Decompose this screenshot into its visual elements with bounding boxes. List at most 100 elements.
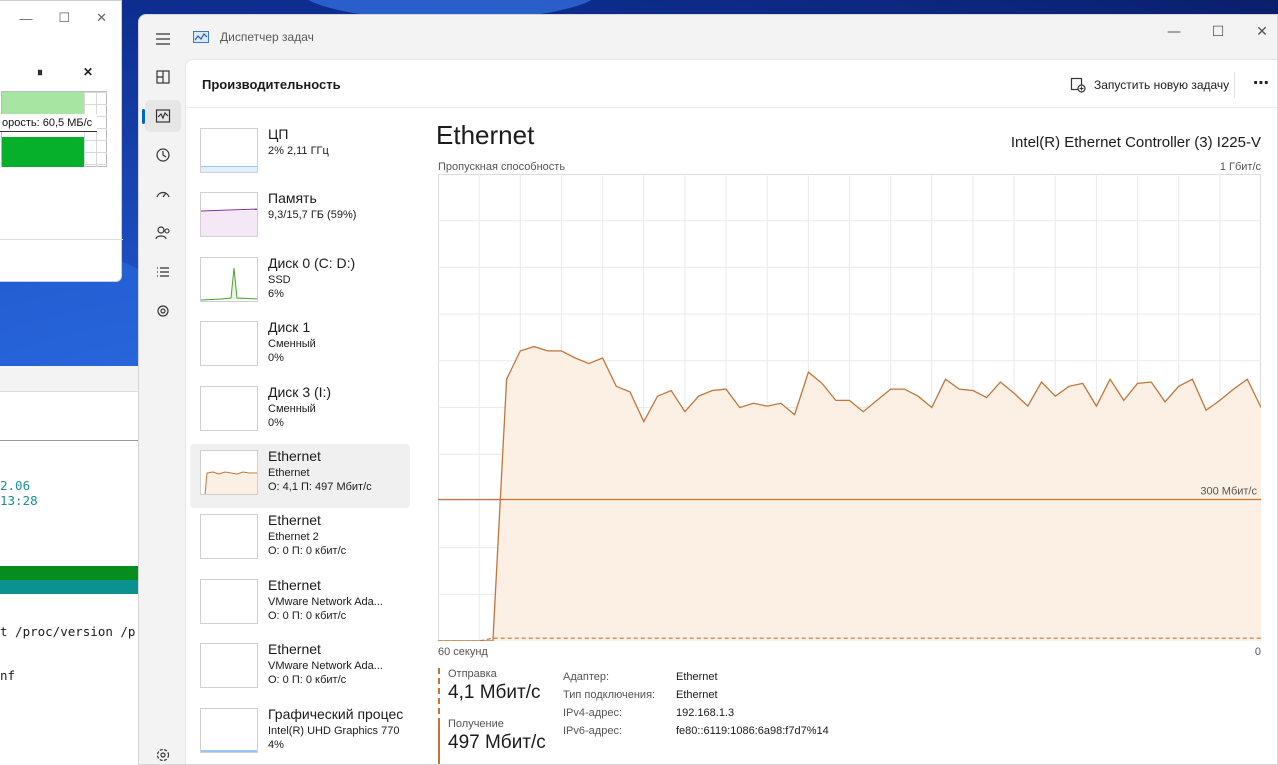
device-detail: 9,3/15,7 ГБ (59%) (268, 209, 357, 222)
copy-progress-fill (2, 137, 84, 167)
task-manager-icon (193, 31, 209, 43)
details-icon (157, 267, 169, 277)
nav-details[interactable] (145, 256, 181, 288)
detail-pane: Ethernet Intel(R) Ethernet Controller (3… (436, 108, 1266, 764)
device-detail: О: 0 П: 0 кбит/с (268, 674, 347, 687)
main-content: Производительность Запустить новую задач… (185, 59, 1277, 764)
device-detail: 4% (268, 738, 284, 751)
device-detail: О: 0 П: 0 кбит/с (268, 609, 347, 622)
divider (1234, 72, 1235, 98)
device-item[interactable]: Диск 1 Сменный 0% (190, 315, 410, 379)
device-detail: Intel(R) UHD Graphics 770 (268, 724, 400, 737)
copy-dialog-titlebar: — ☐ ✕ (0, 1, 121, 35)
send-label: Отправка (448, 668, 497, 680)
send-value: 4,1 Мбит/с (448, 682, 541, 703)
copy-progress-fill (2, 92, 84, 114)
property-value: Ethernet (676, 671, 718, 683)
device-detail: Ethernet 2 (268, 531, 319, 544)
run-new-task-label: Запустить новую задачу (1094, 78, 1230, 92)
device-item[interactable]: Ethernet VMware Network Ada... О: 0 П: 0 к… (190, 637, 410, 701)
terminal-window: 2.06 13:28 t /proc/version /p nf (0, 366, 138, 765)
device-thumbnail (200, 192, 258, 238)
menu-icon (156, 33, 170, 45)
run-new-task-button[interactable]: Запустить новую задачу (1066, 72, 1233, 98)
terminal-tab-bar (0, 366, 138, 392)
new-task-icon (1070, 77, 1086, 93)
device-detail: 0% (268, 416, 284, 429)
cancel-copy-icon[interactable]: ✕ (83, 65, 93, 79)
task-manager-window: Диспетчер задач — ☐ ✕ Производительность… (138, 14, 1278, 765)
maximize-button[interactable]: ☐ (1203, 21, 1233, 43)
terminal-line: nf (0, 668, 16, 683)
device-thumbnail (200, 643, 258, 689)
device-item[interactable]: Графический процес Intel(R) UHD Graphics … (190, 702, 410, 764)
pause-icon[interactable]: ⏸ (37, 65, 43, 80)
time-axis-end: 0 (1254, 646, 1261, 658)
device-title: Ethernet (436, 120, 535, 150)
receive-stat: Получение 497 Мбит/с (438, 718, 546, 764)
device-name: Ethernet (268, 576, 321, 593)
device-thumbnail (200, 321, 258, 367)
property-row: Адаптер: Ethernet (563, 668, 829, 686)
property-row: Тип подключения: Ethernet (563, 686, 829, 704)
device-detail: 6% (268, 287, 284, 300)
nav-processes[interactable] (145, 61, 181, 93)
capacity-max: 1 Гбит/с (1219, 161, 1261, 173)
terminal-highlight (0, 580, 138, 594)
device-thumbnail (200, 450, 258, 495)
divider (0, 239, 123, 240)
nav-performance[interactable] (142, 100, 181, 132)
time-axis-start: 60 секунд (438, 646, 488, 658)
throughput-graph: 300 Мбит/с (438, 174, 1261, 641)
device-thumbnail (200, 256, 258, 302)
services-icon (157, 305, 169, 317)
close-button[interactable]: ✕ (1247, 21, 1277, 43)
close-icon[interactable]: ✕ (96, 10, 107, 26)
device-list: ЦП 2% 2,11 ГГц Память 9,3/15,7 ГБ (59%) Диск… (190, 122, 412, 764)
property-key: Тип подключения: (563, 689, 656, 701)
device-item[interactable]: Ethernet Ethernet 2 О: 0 П: 0 кбит/с (190, 508, 410, 572)
nav-services[interactable] (145, 295, 181, 327)
maximize-icon[interactable]: ☐ (58, 10, 70, 26)
startup-icon (156, 191, 170, 198)
processes-icon (156, 70, 170, 84)
terminal-line: 13:28 (0, 493, 38, 508)
device-item[interactable]: Диск 3 (I:) Сменный 0% (190, 380, 410, 444)
nav-startup[interactable] (145, 178, 181, 210)
device-item[interactable]: Ethernet VMware Network Ada... О: 0 П: 0 к… (190, 573, 410, 637)
title-bar[interactable]: Диспетчер задач — ☐ ✕ (139, 15, 1277, 59)
nav-users[interactable] (145, 217, 181, 249)
device-item[interactable]: Диск 0 (C: D:) SSD 6% (190, 251, 410, 315)
page-header: Производительность Запустить новую задач… (186, 60, 1277, 108)
minimize-button[interactable]: — (1159, 21, 1189, 43)
capacity-label: Пропускная способность (438, 161, 566, 173)
receive-value: 497 Мбит/с (448, 732, 546, 753)
copy-speed-graph: орость: 60,5 МБ/с (0, 91, 107, 167)
users-icon (155, 226, 170, 240)
device-detail: 2% 2,11 ГГц (268, 145, 329, 157)
device-name: Графический процес (268, 705, 404, 722)
device-item[interactable]: Ethernet Ethernet О: 4,1 П: 497 Мбит/с (190, 444, 410, 508)
device-detail: Сменный (268, 402, 316, 415)
device-detail: 0% (268, 352, 284, 365)
device-detail: VMware Network Ada... (268, 660, 383, 673)
device-name: Ethernet (268, 512, 321, 529)
device-name: Память (268, 190, 317, 207)
property-key: IPv6-адрес: (563, 725, 623, 737)
minimize-icon[interactable]: — (19, 11, 32, 26)
nav-app-history[interactable] (145, 139, 181, 171)
menu-button[interactable] (145, 23, 181, 55)
navigation-rail (139, 15, 185, 764)
property-value: Ethernet (676, 689, 718, 701)
device-detail: SSD (268, 273, 291, 286)
device-detail: О: 0 П: 0 кбит/с (268, 545, 347, 558)
property-row: IPv4-адрес: 192.168.1.3 (563, 704, 829, 722)
app-history-icon (156, 148, 170, 162)
device-name: ЦП (268, 126, 289, 142)
device-item[interactable]: Память 9,3/15,7 ГБ (59%) (190, 186, 410, 250)
divider (0, 440, 138, 441)
property-key: Адаптер: (563, 671, 610, 683)
nav-settings[interactable] (145, 739, 181, 764)
more-options-button[interactable]: ⋯ (1248, 72, 1274, 98)
device-item[interactable]: ЦП 2% 2,11 ГГц (190, 122, 410, 186)
